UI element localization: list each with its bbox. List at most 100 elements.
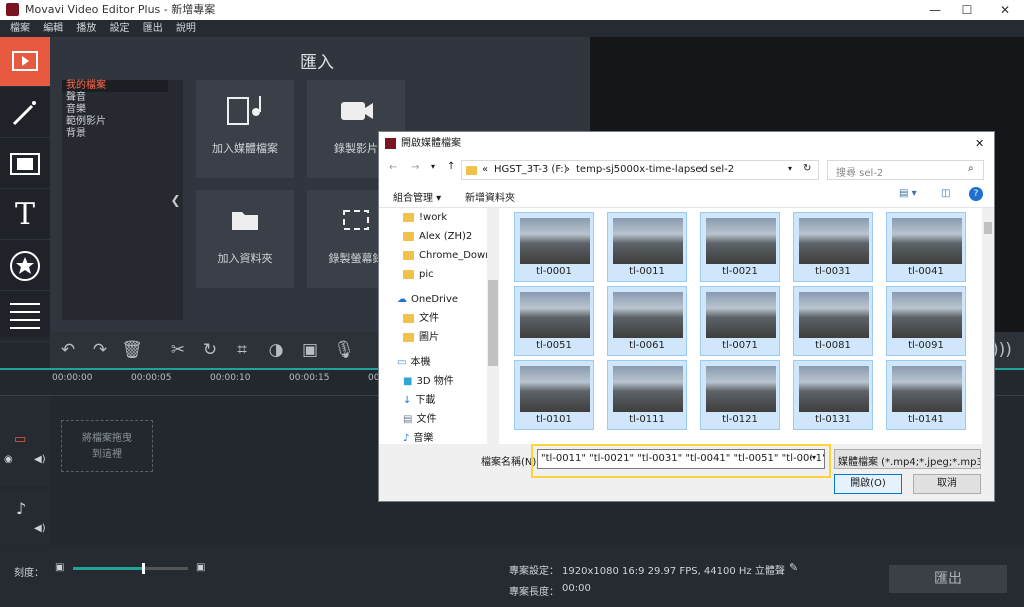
nav-item[interactable]: !work xyxy=(379,208,498,227)
zoom-slider-handle[interactable] xyxy=(142,563,145,574)
address-dropdown-icon[interactable]: ▾ xyxy=(788,164,792,173)
category-sounds[interactable]: 聲音 xyxy=(62,92,168,104)
3d-objects-icon: ■ xyxy=(403,376,413,387)
view-options-icon[interactable]: ▤ ▾ xyxy=(899,188,917,199)
nav-item[interactable]: ▤ 文件 xyxy=(379,410,498,429)
search-box[interactable]: 搜尋 sel-2 ⌕ xyxy=(827,160,984,180)
nav-this-pc[interactable]: ▭ 本機 xyxy=(379,353,498,372)
close-window-button[interactable]: ✕ xyxy=(990,0,1020,20)
file-thumbnail[interactable]: tl-0031 xyxy=(793,212,873,282)
open-button[interactable]: 開啟(O) xyxy=(834,474,902,494)
add-folder-tile[interactable]: 加入資料夾 xyxy=(196,190,294,288)
file-thumbnail[interactable]: tl-0021 xyxy=(700,212,780,282)
file-thumbnail[interactable]: tl-0061 xyxy=(607,286,687,356)
file-thumbnail[interactable]: tl-0131 xyxy=(793,360,873,430)
visibility-eye-icon[interactable]: ◉ xyxy=(4,454,13,465)
preview-pane-icon[interactable]: ◫ xyxy=(941,188,950,199)
file-thumbnail[interactable]: tl-0041 xyxy=(886,212,966,282)
export-button[interactable]: 匯出 xyxy=(889,565,1007,593)
zoom-slider[interactable] xyxy=(73,563,188,574)
computer-icon: ▭ xyxy=(397,357,407,368)
nav-item[interactable]: 文件 xyxy=(379,309,498,328)
menu-settings[interactable]: 設定 xyxy=(110,20,130,37)
category-music[interactable]: 音樂 xyxy=(62,104,168,116)
minimize-button[interactable]: — xyxy=(920,0,950,20)
zoom-in-icon[interactable]: ▣ xyxy=(196,562,205,573)
file-thumbnail[interactable]: tl-0121 xyxy=(700,360,780,430)
nav-item[interactable]: Chrome_Downl xyxy=(379,246,498,265)
rotate-button[interactable]: ↻ xyxy=(196,332,224,368)
maximize-button[interactable]: ☐ xyxy=(952,0,982,20)
help-icon[interactable]: ? xyxy=(969,187,983,201)
nav-item[interactable]: 圖片 xyxy=(379,328,498,347)
delete-button[interactable]: 🗑 xyxy=(118,332,146,368)
menu-file[interactable]: 檔案 xyxy=(10,20,30,37)
drop-files-zone[interactable]: 將檔案拖曳 到這裡 xyxy=(61,420,153,472)
cancel-button[interactable]: 取消 xyxy=(913,474,981,494)
microphone-button[interactable]: 🎙 xyxy=(330,332,358,368)
menu-edit[interactable]: 編輯 xyxy=(43,20,63,37)
category-my-files[interactable]: 我的檔案 xyxy=(62,80,168,92)
breadcrumb-overflow[interactable]: « xyxy=(482,164,488,175)
image-button[interactable]: ▣ xyxy=(296,332,324,368)
add-media-files-tile[interactable]: 加入媒體檔案 xyxy=(196,80,294,178)
nav-item[interactable]: Alex (ZH)2 xyxy=(379,227,498,246)
transitions-tool-button[interactable] xyxy=(0,139,50,189)
file-thumbnail[interactable]: tl-0111 xyxy=(607,360,687,430)
organize-button[interactable]: 組合管理 ▾ xyxy=(393,189,441,204)
dialog-close-button[interactable]: ✕ xyxy=(975,132,984,156)
more-tools-button[interactable] xyxy=(0,292,50,342)
menu-play[interactable]: 播放 xyxy=(76,20,96,37)
cut-button[interactable]: ✂ xyxy=(164,332,192,368)
file-thumbnail[interactable]: tl-0071 xyxy=(700,286,780,356)
menu-help[interactable]: 說明 xyxy=(176,20,196,37)
file-thumbnail[interactable]: tl-0011 xyxy=(607,212,687,282)
filters-tool-button[interactable] xyxy=(0,88,50,138)
up-arrow-icon[interactable]: ↑ xyxy=(447,161,455,172)
nav-item[interactable]: ↓ 下載 xyxy=(379,391,498,410)
search-icon[interactable]: ⌕ xyxy=(968,163,974,174)
file-thumbnail[interactable]: tl-0001 xyxy=(514,212,594,282)
file-thumbnail[interactable]: tl-0051 xyxy=(514,286,594,356)
breadcrumb-drive[interactable]: HGST_3T-3 (F:) xyxy=(494,164,568,175)
zoom-out-icon[interactable]: ▣ xyxy=(55,562,64,573)
filename-dropdown-icon[interactable]: ▾ xyxy=(812,453,817,462)
import-tool-button[interactable] xyxy=(0,37,50,87)
edit-settings-icon[interactable]: ✎ xyxy=(789,561,798,574)
collapse-panel-button[interactable]: ❮ xyxy=(168,80,183,320)
filetype-select[interactable]: 媒體檔案 (*.mp4;*.jpeg;*.mp3 xyxy=(834,449,981,469)
recent-chevron-icon[interactable]: ▾ xyxy=(431,162,435,171)
color-adjust-button[interactable]: ◑ xyxy=(262,332,290,368)
photo-preview xyxy=(799,218,869,264)
file-thumbnail[interactable]: tl-0101 xyxy=(514,360,594,430)
nav-onedrive[interactable]: ☁ OneDrive xyxy=(379,290,498,309)
file-thumbnail[interactable]: tl-0091 xyxy=(886,286,966,356)
grid-scrollbar[interactable] xyxy=(982,208,994,444)
audio-track-header: ♪ ◀) xyxy=(0,491,50,546)
forward-arrow-icon[interactable]: → xyxy=(411,162,419,173)
menu-export[interactable]: 匯出 xyxy=(143,20,163,37)
undo-button[interactable]: ↶ xyxy=(54,332,82,368)
breadcrumb-folder[interactable]: temp-sj5000x-time-lapsed xyxy=(576,164,708,175)
nav-scrollbar[interactable] xyxy=(487,208,499,444)
nav-item[interactable]: pic xyxy=(379,265,498,284)
audio-volume-icon[interactable]: ◀) xyxy=(34,523,46,534)
breadcrumb-current[interactable]: sel-2 xyxy=(710,164,734,175)
titles-tool-button[interactable]: T xyxy=(0,190,50,240)
dialog-footer: 檔案名稱(N): "tl-0011" "tl-0021" "tl-0031" "… xyxy=(379,444,994,501)
ruler-tick: 00:00:05 xyxy=(131,373,172,383)
filename-input[interactable]: "tl-0011" "tl-0021" "tl-0031" "tl-0041" … xyxy=(537,449,825,469)
file-thumbnail[interactable]: tl-0081 xyxy=(793,286,873,356)
stickers-tool-button[interactable] xyxy=(0,241,50,291)
nav-item[interactable]: ■ 3D 物件 xyxy=(379,372,498,391)
crop-button[interactable]: ⌗ xyxy=(228,332,256,368)
refresh-icon[interactable]: ↻ xyxy=(803,163,811,174)
address-bar[interactable]: « HGST_3T-3 (F:) › temp-sj5000x-time-lap… xyxy=(461,160,819,180)
back-arrow-icon[interactable]: ← xyxy=(389,162,397,173)
file-thumbnail[interactable]: tl-0141 xyxy=(886,360,966,430)
track-volume-icon[interactable]: ◀) xyxy=(34,454,46,465)
redo-button[interactable]: ↷ xyxy=(86,332,114,368)
category-sample-videos[interactable]: 範例影片 xyxy=(62,116,168,128)
new-folder-button[interactable]: 新增資料夾 xyxy=(465,189,515,204)
category-backgrounds[interactable]: 背景 xyxy=(62,128,168,140)
